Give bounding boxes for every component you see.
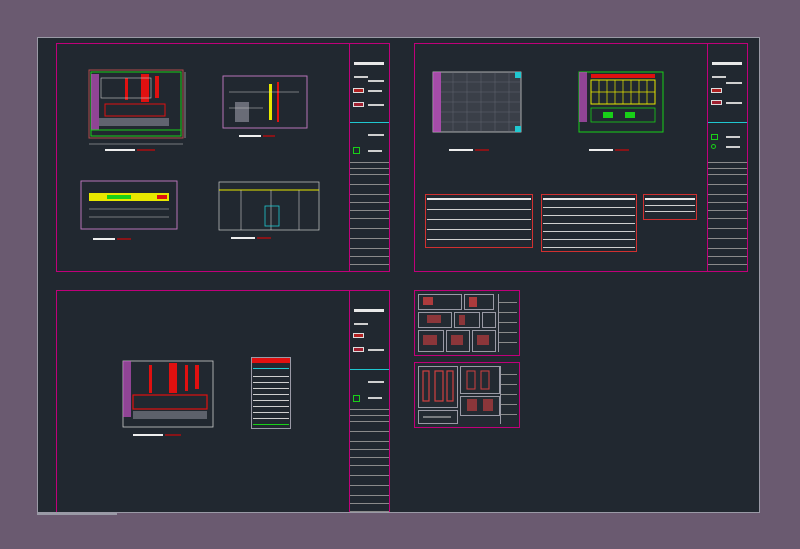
legend-table[interactable] xyxy=(251,357,291,429)
legend-swatch-icon xyxy=(353,395,360,402)
legend-swatch-icon xyxy=(353,88,364,93)
legend-swatch-icon xyxy=(711,144,716,149)
sheet-1[interactable] xyxy=(56,43,390,272)
title-block xyxy=(349,44,389,271)
title-block-logo-icon xyxy=(712,62,742,65)
detail-sheet-a[interactable] xyxy=(414,290,520,356)
legend-swatch-icon xyxy=(711,88,722,93)
lighting-plan-drawing[interactable] xyxy=(569,68,679,158)
elevation-drawing[interactable] xyxy=(211,178,331,248)
legend-swatch-icon xyxy=(353,333,364,338)
title-block xyxy=(707,44,747,271)
legend-swatch-icon xyxy=(711,134,718,140)
legend-swatch-icon xyxy=(353,147,360,154)
ceiling-plan-drawing[interactable] xyxy=(429,68,529,158)
legend-swatch-icon xyxy=(353,347,364,352)
schedule-table[interactable] xyxy=(541,194,637,252)
legend-swatch-icon xyxy=(711,100,722,105)
cad-model-viewport[interactable] xyxy=(37,37,760,513)
detail-sheet-b[interactable] xyxy=(414,362,520,428)
elevation-drawing[interactable] xyxy=(77,177,191,249)
title-block-logo-icon xyxy=(354,309,384,312)
floor-plan-drawing[interactable] xyxy=(119,357,219,449)
floor-plan-drawing[interactable] xyxy=(85,68,195,160)
sheet-3[interactable] xyxy=(56,290,390,512)
schedule-table[interactable] xyxy=(643,194,697,220)
legend-swatch-icon xyxy=(353,102,364,107)
sheet-2[interactable] xyxy=(414,43,748,272)
section-drawing[interactable] xyxy=(219,72,315,144)
horizontal-scrollbar[interactable] xyxy=(37,513,117,515)
title-block xyxy=(349,291,389,512)
schedule-table[interactable] xyxy=(425,194,533,248)
title-block-logo-icon xyxy=(354,62,384,65)
